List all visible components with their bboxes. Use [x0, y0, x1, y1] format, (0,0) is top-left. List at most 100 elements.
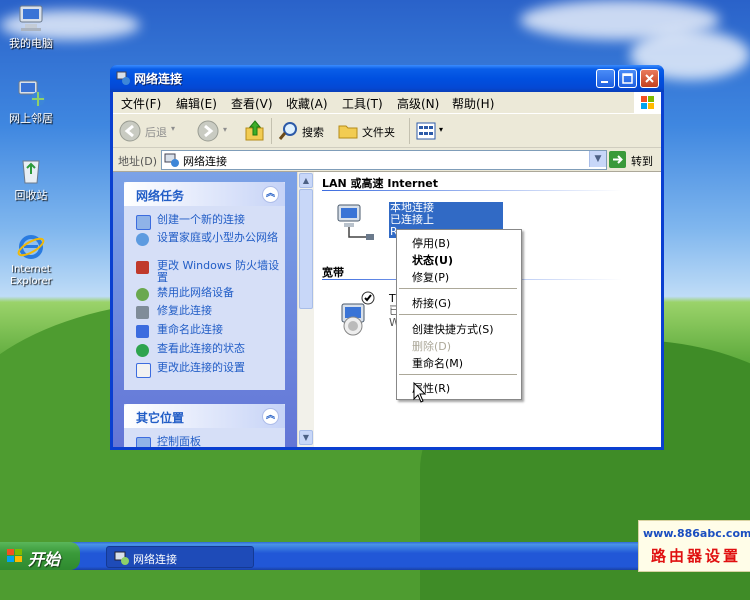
task-label: 更改此连接的设置 [157, 361, 245, 374]
broadband-connection-icon [341, 291, 375, 336]
views-icon [416, 122, 436, 140]
menu-view[interactable]: 查看(V) [231, 95, 273, 112]
go-label: 转到 [631, 155, 653, 168]
menu-file[interactable]: 文件(F) [121, 95, 161, 112]
network-tasks-panel: 网络任务 ︽ 创建一个新的连接 设置家庭或小型办公网络 更改 Windows 防… [124, 182, 285, 390]
desktop-icon-label: 我的电脑 [9, 37, 53, 50]
other-places-panel: 其它位置 ︽ 控制面板 [124, 404, 285, 447]
minimize-button[interactable] [596, 69, 615, 88]
start-label: 开始 [28, 550, 61, 569]
menu-help[interactable]: 帮助(H) [452, 95, 494, 112]
up-folder-button[interactable] [243, 119, 267, 143]
task-label: 重命名此连接 [157, 323, 223, 336]
network-places-icon [16, 78, 46, 108]
views-dropdown-icon: ▾ [439, 125, 444, 134]
menu-item-create-shortcut[interactable]: 创建快捷方式(S) [412, 321, 494, 337]
search-icon [278, 122, 297, 140]
back-dropdown-icon: ▾ [171, 124, 176, 133]
scroll-down-icon[interactable]: ▼ [299, 430, 313, 445]
menu-bar: 文件(F) 编辑(E) 查看(V) 收藏(A) 工具(T) 高级(N) 帮助(H… [113, 92, 661, 114]
taskbar-item-network-connections[interactable]: 网络连接 [106, 546, 254, 568]
watermark-text: 路由器设置 [651, 547, 742, 565]
window-title: 网络连接 [134, 72, 183, 86]
search-button[interactable]: 搜索 [277, 119, 333, 143]
repair-wrench-icon [136, 306, 149, 319]
place-label: 控制面板 [157, 435, 201, 448]
task-pane-scrollbar[interactable]: ▲ ▼ [297, 172, 314, 447]
recycle-bin-icon [16, 155, 46, 185]
menu-item-status[interactable]: 状态(U) [412, 252, 453, 268]
desktop-icon-recycle-bin[interactable]: 回收站 [0, 155, 62, 203]
scroll-up-icon[interactable]: ▲ [299, 173, 313, 188]
menu-item-disable[interactable]: 停用(B) [412, 235, 450, 251]
go-arrow-icon [609, 151, 626, 168]
lan-connection-icon [337, 204, 374, 240]
settings-page-icon [136, 363, 151, 378]
windows-logo-icon [634, 92, 661, 113]
desktop-icon-label: Internet Explorer [10, 264, 52, 287]
toolbar-separator [271, 118, 272, 144]
watermark: www.886abc.com 路由器设置 [638, 520, 750, 572]
folders-button[interactable]: 文件夹 [337, 119, 403, 143]
network-tasks-header[interactable]: 网络任务 ︽ [124, 182, 285, 206]
windows-logo-icon [7, 549, 22, 562]
network-connections-window: 网络连接 文件(F) 编辑(E) 查看(V) 收藏(A) 工具(T) 高级(N)… [110, 65, 664, 450]
window-titlebar[interactable]: 网络连接 [110, 65, 664, 92]
collapse-chevron-icon[interactable]: ︽ [262, 186, 279, 203]
group-header-lan: LAN 或高速 Internet [322, 177, 439, 190]
address-dropdown-icon[interactable]: ▼ [589, 151, 606, 167]
scroll-thumb[interactable] [299, 189, 313, 309]
folders-label: 文件夹 [362, 126, 395, 139]
desktop-icon-internet-explorer[interactable]: Internet Explorer [0, 232, 62, 288]
forward-dropdown-icon: ▾ [223, 125, 228, 134]
menu-item-delete[interactable]: 删除(D) [412, 338, 451, 354]
desktop-icon-network-places[interactable]: 网上邻居 [0, 78, 62, 126]
my-computer-icon [16, 3, 46, 33]
task-label: 修复此连接 [157, 304, 212, 317]
firewall-icon [136, 261, 149, 274]
task-label: 禁用此网络设备 [157, 286, 234, 299]
task-label: 更改 Windows 防火墙设置 [157, 259, 280, 284]
maximize-button[interactable] [618, 69, 637, 88]
go-button[interactable]: 转到 [609, 150, 659, 169]
network-connections-icon [116, 71, 130, 85]
menu-advanced[interactable]: 高级(N) [397, 95, 439, 112]
menu-item-rename[interactable]: 重命名(M) [412, 355, 463, 371]
other-places-header[interactable]: 其它位置 ︽ [124, 404, 285, 428]
back-label: 后退 [145, 126, 167, 139]
forward-button[interactable]: ▾ [197, 120, 233, 142]
rename-icon [136, 325, 149, 338]
taskbar-item-label: 网络连接 [133, 553, 177, 566]
right-pane-edge [644, 172, 661, 447]
internet-explorer-icon [16, 232, 46, 262]
home-network-icon [136, 233, 149, 246]
address-label: 地址(D) [118, 155, 158, 168]
menu-edit[interactable]: 编辑(E) [176, 95, 217, 112]
start-button[interactable]: 开始 [0, 542, 80, 570]
mouse-cursor-icon [413, 382, 427, 403]
menu-item-repair[interactable]: 修复(P) [412, 269, 449, 285]
search-label: 搜索 [302, 126, 324, 139]
group-divider [322, 190, 622, 191]
back-arrow-icon [119, 120, 141, 142]
menu-separator [399, 374, 517, 375]
task-label: 设置家庭或小型办公网络 [157, 231, 278, 244]
task-label: 查看此连接的状态 [157, 342, 245, 355]
menu-item-bridge[interactable]: 桥接(G) [412, 295, 451, 311]
collapse-chevron-icon[interactable]: ︽ [262, 408, 279, 425]
menu-separator [399, 288, 517, 289]
views-button[interactable]: ▾ [415, 120, 447, 142]
address-field[interactable]: 网络连接 ▼ [161, 150, 607, 170]
new-connection-icon [136, 215, 151, 230]
close-button[interactable] [640, 69, 659, 88]
control-panel-icon [136, 437, 151, 447]
desktop-icon-my-computer[interactable]: 我的电脑 [0, 3, 62, 51]
network-connections-icon [164, 153, 179, 167]
menu-tools[interactable]: 工具(T) [342, 95, 383, 112]
desktop-icon-label: 回收站 [14, 189, 48, 202]
menu-favorites[interactable]: 收藏(A) [286, 95, 328, 112]
address-value: 网络连接 [183, 155, 227, 168]
window-content: 网络任务 ︽ 创建一个新的连接 设置家庭或小型办公网络 更改 Windows 防… [113, 172, 661, 447]
back-button[interactable]: 后退 ▾ [119, 119, 179, 143]
folder-icon [338, 125, 358, 139]
